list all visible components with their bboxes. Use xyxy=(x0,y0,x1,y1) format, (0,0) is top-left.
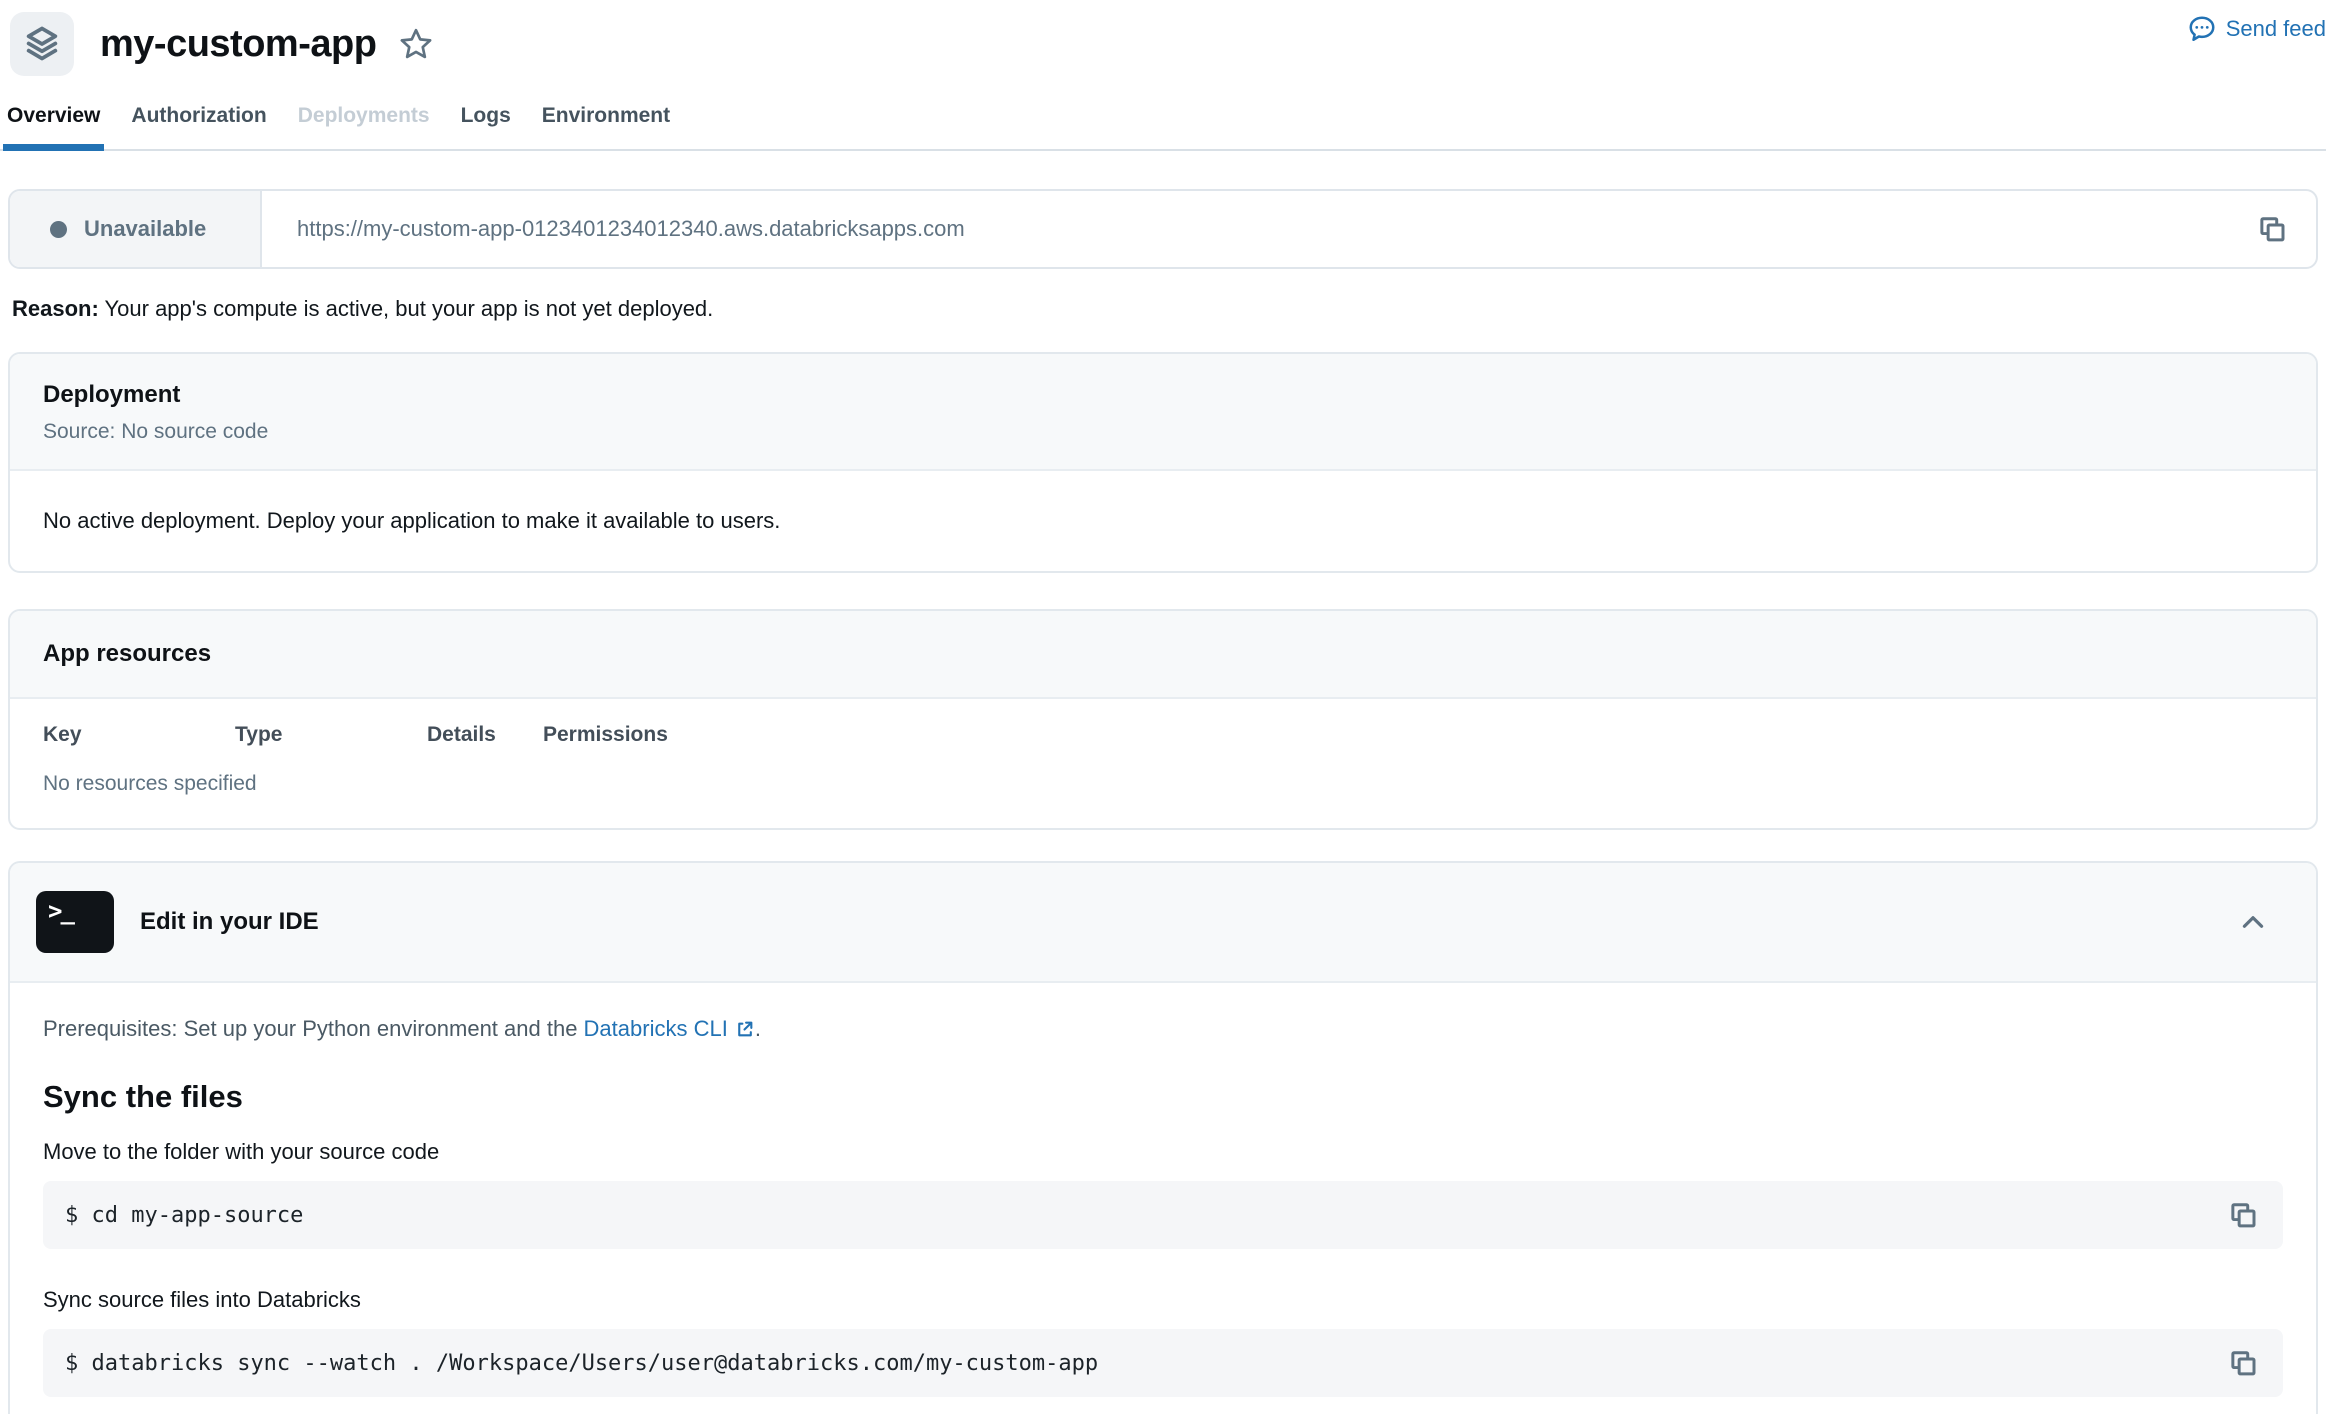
collapse-section-button[interactable] xyxy=(2238,912,2268,932)
deployment-source: Source: No source code xyxy=(43,420,2283,444)
layers-icon xyxy=(22,24,62,64)
send-feedback-link[interactable]: Send feed xyxy=(2187,14,2326,44)
page-title: my-custom-app xyxy=(100,23,376,66)
status-dot-icon xyxy=(50,221,67,238)
code-block-sync: $ databricks sync --watch . /Workspace/U… xyxy=(43,1329,2283,1397)
prerequisites-prefix: Prerequisites: Set up your Python enviro… xyxy=(43,1016,584,1041)
status-badge: Unavailable xyxy=(10,191,262,267)
tab-deployments[interactable]: Deployments xyxy=(298,104,430,149)
app-resources-card: App resources Key Type Details Permissio… xyxy=(8,609,2318,830)
deployment-card: Deployment Source: No source code No act… xyxy=(8,352,2318,573)
tab-bar: Overview Authorization Deployments Logs … xyxy=(0,104,2326,151)
app-status-bar: Unavailable https://my-custom-app-012340… xyxy=(8,189,2318,269)
prerequisites-suffix: . xyxy=(755,1016,761,1041)
tab-deployments-label: Deployments xyxy=(298,104,430,127)
code-text-cd: $ cd my-app-source xyxy=(65,1203,303,1228)
shell-prompt: $ xyxy=(65,1351,92,1376)
feedback-bubble-icon xyxy=(2187,14,2217,44)
terminal-icon: >_ xyxy=(36,891,114,953)
resources-table-header: Key Type Details Permissions xyxy=(43,723,2283,747)
app-icon xyxy=(10,12,74,76)
shell-prompt: $ xyxy=(65,1203,92,1228)
copy-url-button[interactable] xyxy=(2226,191,2316,267)
status-reason-text: Your app's compute is active, but your a… xyxy=(99,296,713,321)
app-resources-body: Key Type Details Permissions No resource… xyxy=(10,699,2316,828)
copy-command-cd-button[interactable] xyxy=(2226,1199,2258,1231)
step1-text: Move to the folder with your source code xyxy=(43,1139,2283,1165)
tab-overview-label: Overview xyxy=(7,104,100,127)
step2-text: Sync source files into Databricks xyxy=(43,1287,2283,1313)
prerequisites-text: Prerequisites: Set up your Python enviro… xyxy=(43,1016,2283,1042)
copy-icon xyxy=(2226,1199,2258,1231)
edit-in-ide-header[interactable]: >_ Edit in your IDE xyxy=(10,863,2316,983)
column-type: Type xyxy=(235,723,427,747)
status-label: Unavailable xyxy=(84,216,206,242)
favorite-star-button[interactable] xyxy=(398,26,434,62)
tab-environment[interactable]: Environment xyxy=(542,104,670,149)
app-resources-header: App resources xyxy=(10,611,2316,699)
star-icon xyxy=(398,26,434,62)
column-details: Details xyxy=(427,723,543,747)
tab-authorization-label: Authorization xyxy=(131,104,266,127)
sync-files-heading: Sync the files xyxy=(43,1079,2283,1115)
tab-authorization[interactable]: Authorization xyxy=(131,104,266,149)
tab-logs[interactable]: Logs xyxy=(461,104,511,149)
edit-in-ide-title: Edit in your IDE xyxy=(140,908,319,936)
edit-in-ide-body: Prerequisites: Set up your Python enviro… xyxy=(10,1016,2316,1414)
tab-logs-label: Logs xyxy=(461,104,511,127)
app-resources-title: App resources xyxy=(43,640,2283,668)
databricks-cli-link[interactable]: Databricks CLI xyxy=(584,1016,755,1042)
deployment-empty-message: No active deployment. Deploy your applic… xyxy=(10,471,2316,571)
copy-command-sync-button[interactable] xyxy=(2226,1347,2258,1379)
active-tab-indicator xyxy=(3,144,104,151)
app-url: https://my-custom-app-0123401234012340.a… xyxy=(262,191,2226,267)
column-key: Key xyxy=(43,723,235,747)
deployment-title: Deployment xyxy=(43,381,2283,409)
code-text-sync: $ databricks sync --watch . /Workspace/U… xyxy=(65,1351,1098,1376)
copy-icon xyxy=(2255,213,2287,245)
code-block-cd: $ cd my-app-source xyxy=(43,1181,2283,1249)
send-feedback-label: Send feed xyxy=(2226,16,2326,42)
chevron-up-icon xyxy=(2238,912,2268,932)
command-sync: databricks sync --watch . /Workspace/Use… xyxy=(92,1351,1099,1376)
tab-environment-label: Environment xyxy=(542,104,670,127)
resources-empty-message: No resources specified xyxy=(43,772,2283,796)
deployment-card-header: Deployment Source: No source code xyxy=(10,354,2316,471)
status-reason: Reason: Your app's compute is active, bu… xyxy=(12,296,2318,322)
databricks-cli-link-label: Databricks CLI xyxy=(584,1016,728,1042)
external-link-icon xyxy=(734,1019,755,1040)
column-permissions: Permissions xyxy=(543,723,668,747)
command-cd: cd my-app-source xyxy=(92,1203,304,1228)
copy-icon xyxy=(2226,1347,2258,1379)
tab-overview[interactable]: Overview xyxy=(7,104,100,149)
status-reason-label: Reason: xyxy=(12,296,99,321)
edit-in-ide-card: >_ Edit in your IDE Prerequisites: Set u… xyxy=(8,861,2318,1414)
page-header: my-custom-app Send feed xyxy=(0,0,2326,76)
